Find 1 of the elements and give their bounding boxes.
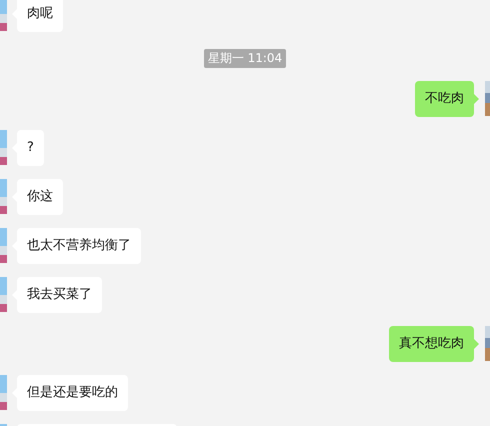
timestamp: 星期一 11:04 [204,49,286,68]
